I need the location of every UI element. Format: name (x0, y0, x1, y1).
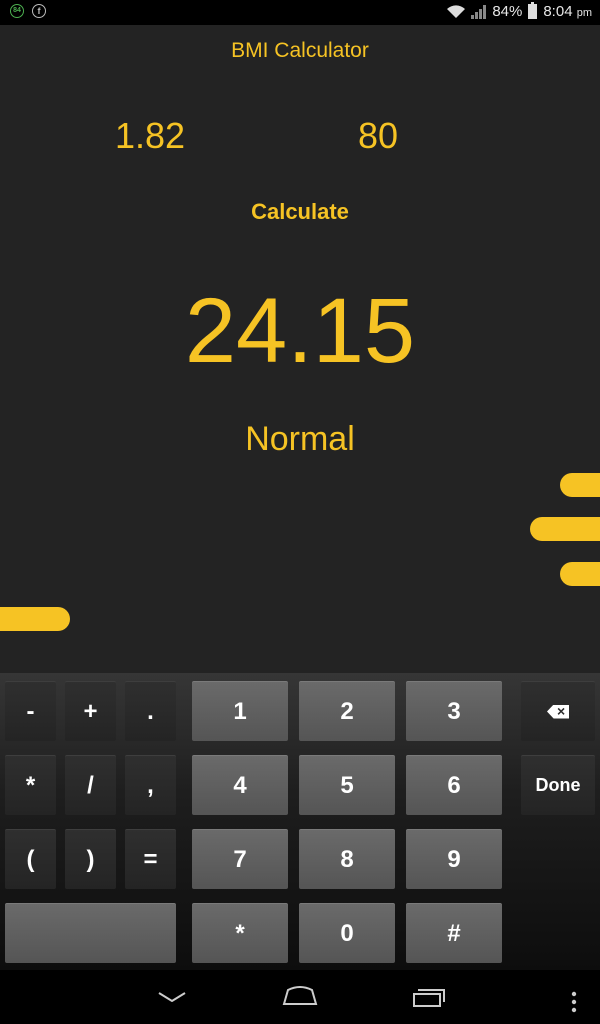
key-7[interactable]: 7 (192, 829, 288, 889)
key-period[interactable]: . (125, 681, 176, 741)
backspace-icon: × (547, 704, 569, 719)
status-bar: 84 f 84% 8:04 pm (0, 0, 600, 25)
home-icon[interactable] (282, 984, 318, 1006)
key-5[interactable]: 5 (299, 755, 395, 815)
key-4[interactable]: 4 (192, 755, 288, 815)
key-star[interactable]: * (192, 903, 288, 963)
key-1[interactable]: 1 (192, 681, 288, 741)
done-key[interactable]: Done (521, 755, 595, 815)
bmi-app: BMI Calculator 1.82 80 Calculate 24.15 N… (0, 25, 600, 673)
app-title: BMI Calculator (231, 39, 369, 62)
clock: 8:04 pm (543, 3, 592, 20)
key-slash[interactable]: / (65, 755, 116, 815)
bmi-category: Normal (245, 420, 355, 458)
decorative-bar (530, 517, 600, 541)
key-8[interactable]: 8 (299, 829, 395, 889)
key-asterisk[interactable]: * (5, 755, 56, 815)
decorative-bar (0, 607, 70, 631)
key-9[interactable]: 9 (406, 829, 502, 889)
numeric-keyboard: - + . 1 2 3 × * / , 4 5 6 Done ( ) = 7 8… (0, 673, 600, 970)
notification-84-icon: 84 (10, 4, 24, 18)
backspace-key[interactable]: × (521, 681, 595, 741)
recent-apps-icon[interactable] (412, 984, 446, 1008)
key-open-paren[interactable]: ( (5, 829, 56, 889)
key-minus[interactable]: - (5, 681, 56, 741)
key-hash[interactable]: # (406, 903, 502, 963)
facebook-notification-icon: f (32, 4, 46, 18)
key-equals[interactable]: = (125, 829, 176, 889)
space-key[interactable] (5, 903, 176, 963)
key-comma[interactable]: , (125, 755, 176, 815)
key-0[interactable]: 0 (299, 903, 395, 963)
key-2[interactable]: 2 (299, 681, 395, 741)
key-plus[interactable]: + (65, 681, 116, 741)
key-3[interactable]: 3 (406, 681, 502, 741)
wifi-icon (447, 4, 466, 18)
battery-percent: 84% (492, 3, 523, 20)
signal-icon (471, 4, 487, 19)
weight-input[interactable]: 80 (308, 115, 448, 157)
bmi-result: 24.15 (184, 280, 416, 382)
navigation-bar (0, 970, 600, 1024)
key-6[interactable]: 6 (406, 755, 502, 815)
decorative-bar (560, 562, 600, 586)
calculate-button[interactable]: Calculate (225, 199, 375, 225)
menu-icon[interactable] (568, 990, 580, 1014)
battery-icon (528, 2, 538, 19)
decorative-bar (560, 473, 600, 497)
key-close-paren[interactable]: ) (65, 829, 116, 889)
back-icon[interactable] (158, 992, 186, 1002)
height-input[interactable]: 1.82 (80, 115, 220, 157)
